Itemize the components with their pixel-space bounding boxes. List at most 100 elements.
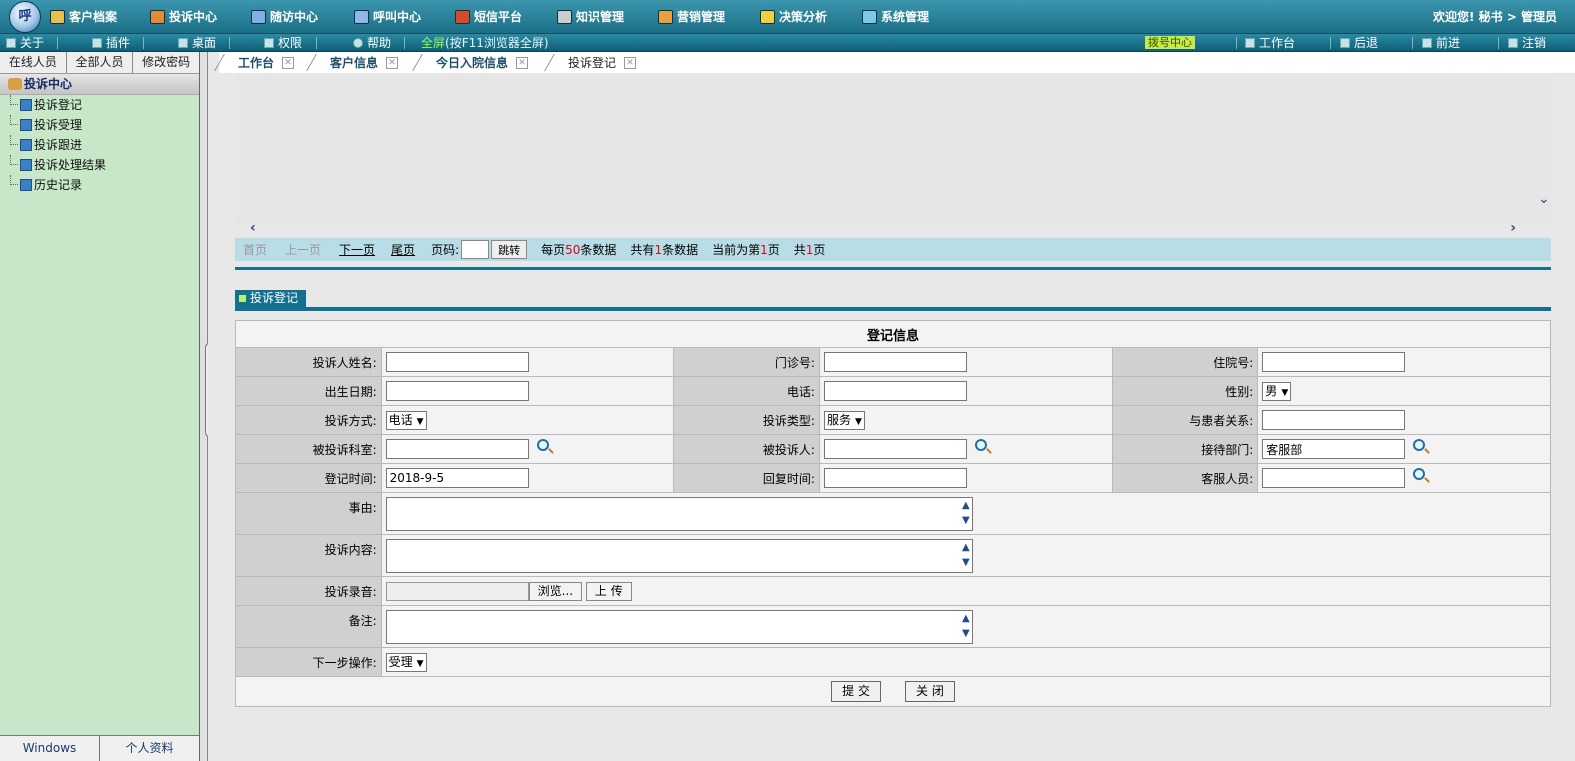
tab-online-users[interactable]: 在线人员 [0,52,67,73]
tab-today-admission[interactable]: 今日入院信息 ✕ [412,52,529,73]
outpatient-no-input[interactable] [823,352,967,372]
submit-button[interactable]: 提 交 [831,681,881,702]
page-icon [20,119,32,131]
close-icon[interactable]: ✕ [516,56,529,69]
sidebar-item-history[interactable]: 历史记录 [0,175,199,195]
system-icon [862,9,877,24]
dept-input[interactable] [385,439,529,459]
reply-time-input[interactable] [823,468,967,488]
workbench-button[interactable]: 工作台 [1245,34,1295,51]
permission-button[interactable]: 权限 [264,34,302,51]
gender-select[interactable]: 男 ▼ [1262,381,1292,401]
about-icon [6,37,16,48]
tool-bar: 关于 插件 桌面 权限 帮助 全屏 (按F11浏览器全屏) 拨号中心 工作台 后退… [0,34,1575,52]
page-number-label: 页码: [431,243,460,257]
label-reg-time: 登记时间: [235,463,382,493]
menu-knowledge[interactable]: 知识管理 [557,0,624,33]
scroll-left-icon[interactable]: ‹ [250,220,256,236]
textarea-scroll-icon[interactable]: ▲ ▼ [962,611,970,641]
scroll-down-icon[interactable]: ⌄ [1538,191,1550,207]
page-icon [20,139,32,151]
total-info: 共有1条数据 [630,243,699,257]
scroll-right-icon[interactable]: › [1510,220,1516,236]
remark-textarea[interactable]: ▲ ▼ [385,609,973,644]
tab-workbench[interactable]: 工作台 ✕ [214,52,295,73]
chevron-down-icon: ▼ [416,416,424,427]
close-icon[interactable]: ✕ [386,56,399,69]
inpatient-no-input[interactable] [1262,352,1406,372]
complainant-name-input[interactable] [385,352,529,372]
close-icon[interactable]: ✕ [624,56,637,69]
relation-input[interactable] [1262,410,1406,430]
upload-button[interactable]: 上 传 [585,581,632,601]
phone-input[interactable] [823,381,967,401]
tree-root[interactable]: 投诉中心 [0,74,199,95]
textarea-scroll-icon[interactable]: ▲ ▼ [962,540,970,570]
textarea-scroll-icon[interactable]: ▲ ▼ [962,498,970,528]
label-inpatient-no: 住院号: [1111,347,1259,377]
reception-input[interactable] [1262,439,1406,459]
tab-complaint-register[interactable]: 投诉登记 ✕ [544,52,637,73]
birth-date-input[interactable] [385,381,529,401]
sidebar-item-followup[interactable]: 投诉跟进 [0,135,199,155]
menu-system[interactable]: 系统管理 [862,0,929,33]
dial-center-button[interactable]: 拨号中心 [1145,36,1195,49]
tab-all-users[interactable]: 全部人员 [67,52,134,73]
reg-time-input[interactable] [385,468,529,488]
menu-customer-file[interactable]: 客户档案 [50,0,117,33]
help-button[interactable]: 帮助 [353,34,391,51]
desktop-button[interactable]: 桌面 [178,34,216,51]
label-relation: 与患者关系: [1111,405,1259,435]
next-step-select[interactable]: 受理 ▼ [385,652,427,672]
reason-textarea[interactable]: ▲ ▼ [385,496,973,531]
sidebar-tabs: 在线人员 全部人员 修改密码 [0,52,199,74]
close-icon[interactable]: ✕ [282,56,295,69]
app-logo: 呼 [9,1,41,33]
page-number-input[interactable] [461,240,490,259]
fullscreen-button[interactable]: 全屏 (按F11浏览器全屏) [421,34,549,51]
content-textarea[interactable]: ▲ ▼ [385,538,973,573]
sidebar-item-register[interactable]: 投诉登记 [0,95,199,115]
logout-button[interactable]: 注销 [1508,34,1546,51]
last-page-link[interactable]: 尾页 [391,241,415,258]
menu-followup-center[interactable]: 随访中心 [251,0,318,33]
search-icon[interactable] [974,439,987,451]
search-icon[interactable] [1413,439,1426,451]
search-icon[interactable] [1413,468,1426,480]
menu-call-center[interactable]: 呼叫中心 [354,0,421,33]
menu-marketing[interactable]: 营销管理 [658,0,725,33]
search-icon[interactable] [536,439,549,451]
forward-button[interactable]: 前进 [1422,34,1460,51]
splitter[interactable] [200,52,217,761]
sidebar-item-result[interactable]: 投诉处理结果 [0,155,199,175]
person-input[interactable] [823,439,967,459]
tab-change-password[interactable]: 修改密码 [133,52,199,73]
browse-button[interactable]: 浏览... [528,581,583,601]
menu-sms-platform[interactable]: 短信平台 [455,0,522,33]
permission-icon [264,37,274,48]
next-page-link[interactable]: 下一页 [339,241,375,258]
method-select[interactable]: 电话 ▼ [385,410,427,430]
menu-decision[interactable]: 决策分析 [760,0,827,33]
horizontal-scrollbar[interactable]: ‹ › [235,220,1551,237]
prev-page-link[interactable]: 上一页 [285,241,321,258]
total-pages-info: 共1页 [793,243,826,257]
register-form: 登记信息 投诉人姓名: 门诊号: 住院号: 出生日期: 电话: 性别: 男 ▼ 投… [235,320,1552,707]
marketing-icon [658,9,673,24]
file-path-field[interactable] [385,581,529,601]
jump-button[interactable]: 跳转 [491,240,528,259]
about-button[interactable]: 关于 [6,34,44,51]
back-button[interactable]: 后退 [1340,34,1378,51]
sidebar-item-accept[interactable]: 投诉受理 [0,115,199,135]
tab-windows[interactable]: Windows [0,736,100,761]
page-icon [20,179,32,191]
plugin-button[interactable]: 插件 [92,34,130,51]
staff-input[interactable] [1262,468,1406,488]
type-select[interactable]: 服务 ▼ [823,410,865,430]
first-page-link[interactable]: 首页 [243,241,267,258]
tab-customer-info[interactable]: 客户信息 ✕ [306,52,399,73]
tab-profile[interactable]: 个人资料 [100,736,199,761]
data-grid [235,73,1551,223]
menu-complaint-center[interactable]: 投诉中心 [150,0,217,33]
close-button[interactable]: 关 闭 [905,681,955,702]
